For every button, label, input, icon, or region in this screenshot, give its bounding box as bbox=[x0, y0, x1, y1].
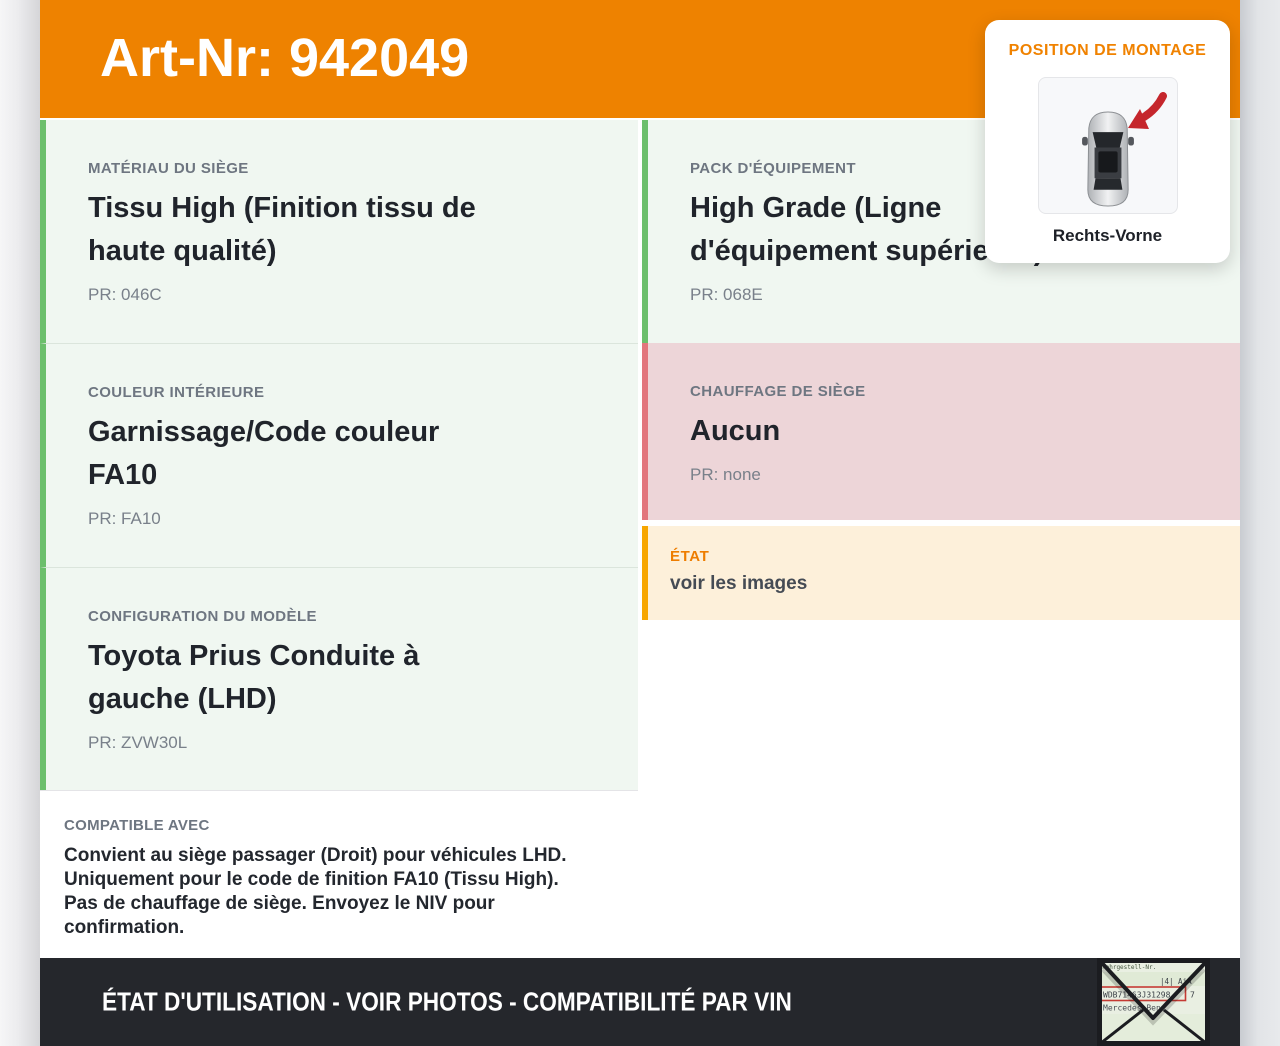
equipment-pack-pr: PR: 068E bbox=[690, 285, 763, 304]
card-compatibility: COMPATIBLE AVEC Convient au siège passag… bbox=[40, 790, 638, 958]
compatibility-text: Convient au siège passager (Droit) pour … bbox=[64, 845, 567, 938]
vin-envelope-stamp: Fahrgestell-Nr. |4| AiA WDB71463J31298 7… bbox=[1097, 958, 1210, 1046]
car-diagram-box bbox=[1037, 77, 1178, 214]
seat-material-label: MATÉRIAU DU SIÈGE bbox=[88, 160, 249, 177]
envelope-icon: Fahrgestell-Nr. |4| AiA WDB71463J31298 7… bbox=[1097, 958, 1210, 1046]
interior-color-label: COULEUR INTÉRIEURE bbox=[88, 384, 265, 401]
side-gutter-right bbox=[1240, 0, 1280, 1046]
interior-color-pr: PR: FA10 bbox=[88, 509, 161, 528]
card-seat-material: MATÉRIAU DU SIÈGE Tissu High (Finition t… bbox=[40, 120, 638, 343]
footer-bar: ÉTAT D'UTILISATION - VOIR PHOTOS - COMPA… bbox=[40, 958, 1240, 1046]
seat-heating-value: Aucun bbox=[690, 415, 781, 447]
seat-material-value: Tissu High (Finition tissu de haute qual… bbox=[88, 192, 476, 267]
mounting-position-caption: Rechts-Vorne bbox=[1052, 226, 1163, 245]
mounting-position-title: POSITION DE MONTAGE bbox=[1008, 42, 1207, 59]
art-number-title: Art-Nr: 942049 bbox=[100, 27, 470, 88]
condition-label: ÉTAT bbox=[670, 548, 710, 565]
card-model-config: CONFIGURATION DU MODÈLE Toyota Prius Con… bbox=[40, 567, 638, 790]
red-arrow-icon bbox=[1127, 92, 1167, 129]
seat-material-pr: PR: 046C bbox=[88, 285, 162, 304]
interior-color-value: Garnissage/Code couleur FA10 bbox=[88, 416, 440, 491]
content-area: Art-Nr: 942049 MATÉRIAU DU SIÈGE Tissu H… bbox=[40, 0, 1240, 1046]
page: Art-Nr: 942049 MATÉRIAU DU SIÈGE Tissu H… bbox=[0, 0, 1280, 1046]
card-interior-color: COULEUR INTÉRIEURE Garnissage/Code coule… bbox=[40, 343, 638, 567]
card-condition: ÉTAT voir les images bbox=[642, 526, 1240, 620]
side-gutter-left bbox=[0, 0, 40, 1046]
model-config-pr: PR: ZVW30L bbox=[88, 733, 188, 752]
model-config-value: Toyota Prius Conduite à gauche (LHD) bbox=[88, 640, 420, 715]
seat-heating-pr: PR: none bbox=[690, 465, 761, 484]
vin-suffix: 7 bbox=[1190, 991, 1195, 1000]
card-seat-heating: CHAUFFAGE DE SIÈGE Aucun PR: none bbox=[642, 343, 1240, 520]
condition-value: voir les images bbox=[670, 573, 808, 594]
footer-text: ÉTAT D'UTILISATION - VOIR PHOTOS - COMPA… bbox=[102, 986, 792, 1017]
mounting-position-card: POSITION DE MONTAGE Rechts-Vorne bbox=[985, 20, 1230, 263]
model-config-label: CONFIGURATION DU MODÈLE bbox=[88, 608, 317, 625]
seat-heating-label: CHAUFFAGE DE SIÈGE bbox=[690, 383, 866, 400]
compatibility-label: COMPATIBLE AVEC bbox=[64, 817, 210, 834]
